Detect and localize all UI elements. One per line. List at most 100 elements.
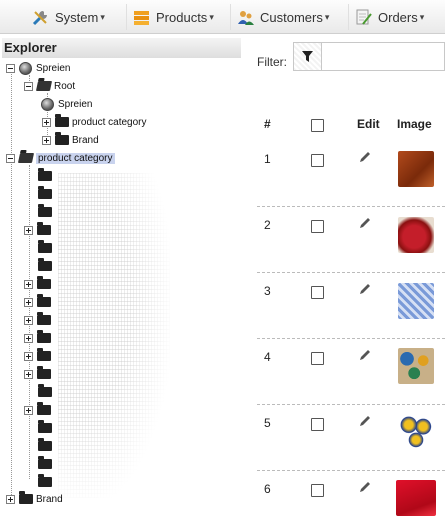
row-separator [257, 404, 445, 405]
expand-toggle[interactable] [24, 351, 33, 361]
tree-node-label: Spreien [36, 62, 71, 74]
customers-icon [237, 9, 254, 26]
row-checkbox[interactable] [311, 154, 324, 167]
tree-node-category-item[interactable] [38, 240, 55, 256]
column-header-edit: Edit [357, 117, 380, 131]
chevron-down-icon: ▾ [209, 11, 214, 22]
collapse-toggle[interactable] [6, 153, 15, 163]
tree-node-category-item[interactable] [38, 474, 55, 490]
top-menu-bar: System ▾ Products ▾ Customers ▾ Orders ▾ [0, 0, 445, 34]
tree-node-label: Brand [36, 493, 63, 505]
select-all-checkbox[interactable] [311, 119, 324, 132]
filter-label: Filter: [257, 55, 287, 69]
tree-node-category-item[interactable] [38, 204, 55, 220]
product-thumbnail[interactable] [398, 414, 434, 450]
folder-icon [37, 312, 51, 325]
product-thumbnail[interactable] [398, 348, 434, 384]
column-header-number: # [264, 117, 271, 131]
folder-icon [55, 132, 69, 145]
edit-icon[interactable] [358, 348, 372, 362]
column-header-image: Image [397, 117, 432, 131]
expand-toggle[interactable] [24, 405, 33, 415]
menu-orders-label: Orders [378, 9, 418, 25]
tree-node-label-selected: product category [36, 152, 115, 164]
edit-icon[interactable] [358, 282, 372, 296]
expand-toggle[interactable] [24, 297, 33, 307]
expand-toggle[interactable] [24, 333, 33, 343]
tree-node-category-item[interactable] [24, 366, 54, 382]
row-checkbox[interactable] [311, 220, 324, 233]
product-thumbnail[interactable] [398, 217, 434, 253]
tree-node-category-item[interactable] [24, 222, 54, 238]
expand-toggle[interactable] [6, 494, 15, 504]
expand-toggle[interactable] [24, 315, 33, 325]
folder-icon [38, 456, 52, 469]
expand-toggle[interactable] [42, 135, 51, 145]
tree-node-category-item[interactable] [24, 276, 54, 292]
edit-icon[interactable] [358, 150, 372, 164]
folder-icon [38, 240, 52, 253]
tree-node-category-item[interactable] [38, 438, 55, 454]
globe-icon [19, 61, 32, 75]
tree-node-spreien[interactable]: Spreien [6, 60, 70, 76]
row-number: 4 [264, 350, 271, 364]
tree-node-brand[interactable]: Brand [6, 491, 63, 507]
tree-node-category-item[interactable] [24, 402, 54, 418]
edit-icon[interactable] [358, 414, 372, 428]
product-thumbnail[interactable] [396, 480, 436, 516]
menu-customers[interactable]: Customers ▾ [230, 4, 335, 30]
expand-toggle[interactable] [42, 117, 51, 127]
filter-button[interactable] [293, 42, 322, 71]
folder-icon [37, 330, 51, 343]
tree-node-category-item[interactable] [24, 348, 54, 364]
menu-system[interactable]: System ▾ [26, 4, 111, 30]
tree-node-spreien-child[interactable]: Spreien [41, 96, 92, 112]
row-number: 3 [264, 284, 271, 298]
menu-orders[interactable]: Orders ▾ [348, 4, 430, 30]
edit-icon[interactable] [358, 216, 372, 230]
tree-node-category-item[interactable] [38, 186, 55, 202]
tree-node-product-category-child[interactable]: product category [42, 114, 147, 130]
explorer-title: Explorer [2, 38, 241, 58]
expand-toggle[interactable] [24, 225, 33, 235]
tree-node-category-item[interactable] [24, 294, 54, 310]
chevron-down-icon: ▾ [100, 11, 105, 22]
chevron-down-icon: ▾ [324, 11, 330, 22]
product-thumbnail[interactable] [398, 283, 434, 319]
row-checkbox[interactable] [311, 418, 324, 431]
folder-icon [38, 168, 52, 181]
tree-node-brand-child[interactable]: Brand [42, 132, 99, 148]
product-thumbnail[interactable] [398, 151, 434, 187]
folder-icon [37, 348, 51, 361]
tree-node-category-item[interactable] [24, 330, 54, 346]
tree-node-category-item[interactable] [38, 258, 55, 274]
folder-icon [19, 491, 33, 504]
tree-node-category-item[interactable] [38, 456, 55, 472]
tree-node-root[interactable]: Root [24, 78, 75, 94]
collapse-toggle[interactable] [6, 63, 15, 73]
row-checkbox[interactable] [311, 484, 324, 497]
folder-icon [37, 294, 51, 307]
folder-open-icon [17, 153, 35, 163]
tree-node-category-item[interactable] [24, 312, 54, 328]
tree-node-category-item[interactable] [38, 420, 55, 436]
funnel-icon [302, 50, 313, 62]
tree-node-category-item[interactable] [38, 168, 55, 184]
menu-system-label: System [55, 9, 99, 25]
filter-input[interactable] [322, 42, 445, 71]
menu-products[interactable]: Products ▾ [126, 4, 220, 30]
tree-line [11, 71, 12, 499]
expand-toggle[interactable] [24, 279, 33, 289]
collapse-toggle[interactable] [24, 81, 33, 91]
orders-icon [355, 9, 372, 26]
tree-node-product-category[interactable]: product category [6, 150, 115, 166]
tree-node-label: Spreien [58, 98, 93, 110]
tree-node-category-item[interactable] [38, 384, 55, 400]
edit-icon[interactable] [358, 480, 372, 494]
expand-toggle[interactable] [24, 369, 33, 379]
row-number: 5 [264, 416, 271, 430]
row-checkbox[interactable] [311, 352, 324, 365]
folder-icon [38, 258, 52, 271]
row-separator [257, 470, 445, 471]
row-checkbox[interactable] [311, 286, 324, 299]
